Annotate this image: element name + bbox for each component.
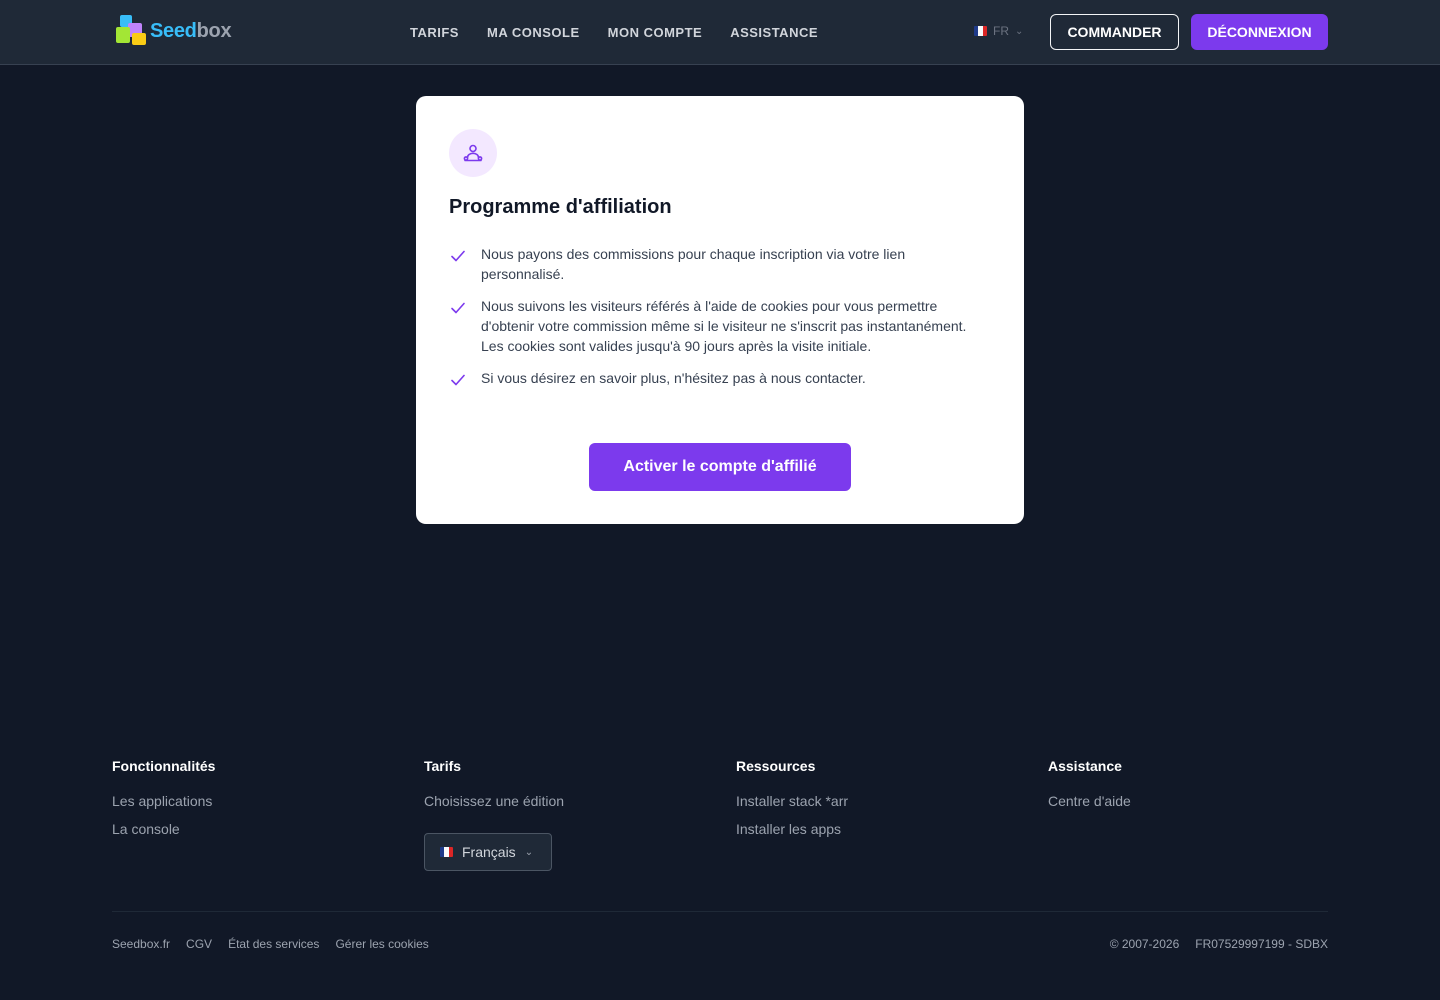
footer-column-ressources: Ressources Installer stack *arr Installe… bbox=[736, 758, 848, 849]
footer-legal: © 2007-2026 FR07529997199 - SDBX bbox=[1110, 937, 1328, 951]
order-button[interactable]: COMMANDER bbox=[1050, 14, 1179, 50]
check-icon bbox=[451, 302, 465, 314]
footer-link-cookies[interactable]: Gérer les cookies bbox=[335, 937, 428, 951]
main-nav: TARIFS MA CONSOLE MON COMPTE ASSISTANCE bbox=[410, 0, 818, 64]
logo-text: Seedbox bbox=[150, 19, 232, 42]
chevron-down-icon: ⌄ bbox=[1015, 25, 1024, 37]
logo-mark-icon bbox=[114, 15, 148, 47]
activate-affiliate-button[interactable]: Activer le compte d'affilié bbox=[589, 443, 851, 491]
footer-heading: Ressources bbox=[736, 758, 816, 774]
footer-bottom-links: Seedbox.fr CGV État des services Gérer l… bbox=[112, 937, 429, 951]
footer-column-fonctionnalites: Fonctionnalités Les applications La cons… bbox=[112, 758, 215, 849]
feature-text: Nous payons des commissions pour chaque … bbox=[481, 246, 906, 282]
language-code: FR bbox=[993, 24, 1009, 38]
list-item: Si vous désirez en savoir plus, n'hésite… bbox=[449, 368, 991, 389]
language-select[interactable]: Français ⌄ bbox=[424, 833, 552, 871]
footer-link-seedbox[interactable]: Seedbox.fr bbox=[112, 937, 170, 951]
logout-button[interactable]: DÉCONNEXION bbox=[1191, 14, 1328, 50]
nav-item-assistance[interactable]: ASSISTANCE bbox=[730, 25, 818, 40]
footer-link-help-center[interactable]: Centre d'aide bbox=[1048, 793, 1131, 809]
footer-heading: Tarifs bbox=[424, 758, 462, 774]
check-icon bbox=[451, 374, 465, 386]
language-switcher[interactable]: FR ⌄ bbox=[974, 24, 1023, 38]
chevron-down-icon: ⌄ bbox=[524, 846, 534, 858]
france-flag-icon bbox=[974, 26, 987, 36]
footer-link-applications[interactable]: Les applications bbox=[112, 793, 215, 809]
nav-item-mon-compte[interactable]: MON COMPTE bbox=[608, 25, 703, 40]
language-select-value: Français bbox=[462, 844, 516, 860]
list-item: Nous suivons les visiteurs référés à l'a… bbox=[449, 296, 991, 356]
footer-bottom: Seedbox.fr CGV État des services Gérer l… bbox=[112, 936, 1328, 952]
company-id: FR07529997199 - SDBX bbox=[1195, 937, 1328, 951]
top-header: Seedbox TARIFS MA CONSOLE MON COMPTE ASS… bbox=[0, 0, 1440, 65]
nav-item-tarifs[interactable]: TARIFS bbox=[410, 25, 459, 40]
copyright: © 2007-2026 bbox=[1109, 937, 1180, 951]
france-flag-icon bbox=[440, 847, 453, 857]
feature-text: Nous suivons les visiteurs référés à l'a… bbox=[481, 298, 967, 354]
seedbox-logo[interactable]: Seedbox bbox=[114, 15, 232, 47]
footer-link-choose-edition[interactable]: Choisissez une édition bbox=[424, 793, 564, 809]
feature-list: Nous payons des commissions pour chaque … bbox=[449, 244, 991, 389]
list-item: Nous payons des commissions pour chaque … bbox=[449, 244, 991, 284]
users-icon bbox=[449, 129, 497, 177]
footer-link-cgv[interactable]: CGV bbox=[186, 937, 212, 951]
footer-heading: Assistance bbox=[1048, 758, 1122, 774]
footer-divider bbox=[112, 911, 1328, 912]
check-icon bbox=[451, 250, 465, 262]
card-title: Programme d'affiliation bbox=[449, 196, 672, 218]
footer-link-status[interactable]: État des services bbox=[228, 937, 319, 951]
footer-link-install-stack[interactable]: Installer stack *arr bbox=[736, 793, 848, 809]
footer-column-assistance: Assistance Centre d'aide bbox=[1048, 758, 1131, 821]
footer-link-install-apps[interactable]: Installer les apps bbox=[736, 821, 848, 837]
footer-link-console[interactable]: La console bbox=[112, 821, 215, 837]
footer-column-tarifs: Tarifs Choisissez une édition bbox=[424, 758, 564, 821]
footer-columns: Fonctionnalités Les applications La cons… bbox=[112, 758, 1328, 878]
nav-item-ma-console[interactable]: MA CONSOLE bbox=[487, 25, 580, 40]
footer-heading: Fonctionnalités bbox=[112, 758, 216, 774]
affiliate-card: Programme d'affiliation Nous payons des … bbox=[416, 96, 1024, 524]
feature-text: Si vous désirez en savoir plus, n'hésite… bbox=[481, 370, 866, 386]
